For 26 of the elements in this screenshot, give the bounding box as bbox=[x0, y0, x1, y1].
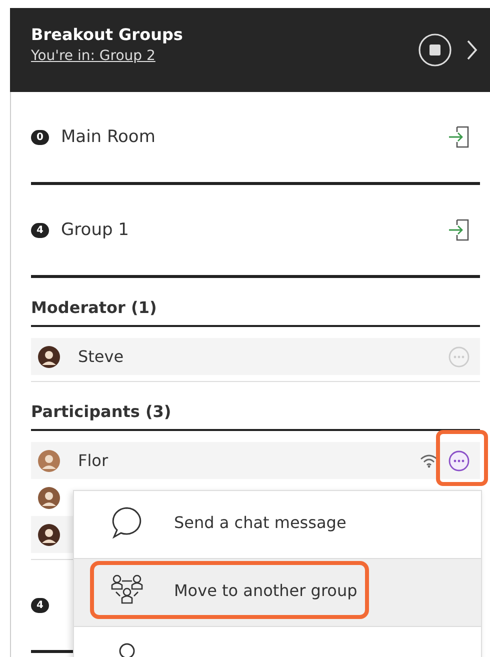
participant-name: Flor bbox=[78, 451, 108, 470]
participant-row[interactable]: Flor bbox=[31, 442, 480, 479]
chevron-right-icon[interactable] bbox=[466, 39, 478, 61]
more-options-icon[interactable] bbox=[448, 450, 470, 472]
member-count-badge: 4 bbox=[31, 222, 49, 238]
join-icon[interactable] bbox=[448, 218, 470, 242]
group-name[interactable]: Main Room bbox=[61, 127, 436, 147]
section-heading: Moderator (1) bbox=[31, 278, 480, 327]
group-name[interactable]: Group 1 bbox=[61, 220, 436, 240]
menu-item-label: Move to another group bbox=[174, 580, 358, 600]
menu-item[interactable]: Move to another group bbox=[74, 559, 481, 627]
panel-title: Breakout Groups bbox=[31, 24, 184, 44]
member-count-badge: 4 bbox=[31, 598, 49, 612]
participant-name: Steve bbox=[78, 347, 124, 366]
avatar-icon bbox=[38, 450, 60, 472]
speech-bubble-icon bbox=[110, 505, 144, 539]
current-group-link[interactable]: You're in: Group 2 bbox=[31, 48, 156, 64]
menu-item-label: Send a chat message bbox=[174, 512, 346, 532]
participant-row[interactable]: Steve bbox=[31, 338, 480, 375]
member-count-badge: 0 bbox=[31, 130, 49, 144]
section-heading: Participants (3) bbox=[31, 382, 480, 431]
avatar-icon bbox=[38, 346, 60, 368]
avatar-icon bbox=[38, 486, 60, 508]
avatar-icon bbox=[38, 524, 60, 546]
join-icon[interactable] bbox=[448, 125, 470, 149]
stop-icon[interactable] bbox=[418, 33, 452, 67]
